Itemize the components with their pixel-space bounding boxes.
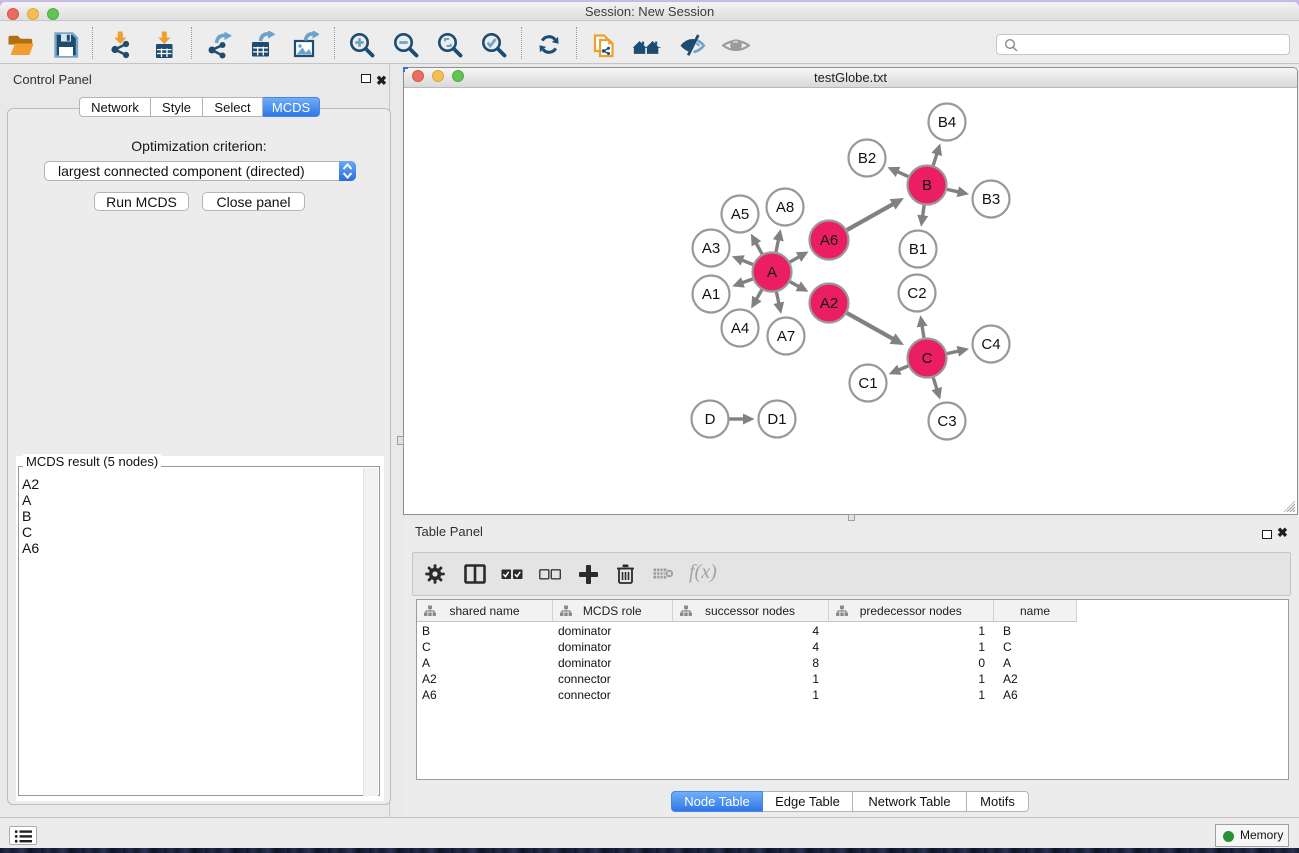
- svg-text:C1: C1: [858, 375, 877, 392]
- svg-text:B3: B3: [982, 191, 1000, 208]
- svg-text:C2: C2: [907, 285, 926, 302]
- svg-text:A1: A1: [702, 286, 720, 303]
- svg-text:A: A: [767, 264, 777, 281]
- svg-text:C: C: [922, 350, 933, 367]
- svg-text:B: B: [922, 177, 932, 194]
- svg-text:D: D: [705, 411, 716, 428]
- svg-text:C3: C3: [937, 413, 956, 430]
- svg-text:A6: A6: [820, 232, 838, 249]
- svg-text:A2: A2: [820, 295, 838, 312]
- svg-text:A3: A3: [702, 240, 720, 257]
- svg-text:A7: A7: [777, 328, 795, 345]
- svg-text:A5: A5: [731, 206, 749, 223]
- svg-text:B2: B2: [858, 150, 876, 167]
- svg-text:D1: D1: [767, 411, 786, 428]
- svg-text:A8: A8: [776, 199, 794, 216]
- svg-text:B4: B4: [938, 114, 956, 131]
- svg-text:A4: A4: [731, 320, 749, 337]
- svg-text:B1: B1: [909, 241, 927, 258]
- svg-text:C4: C4: [981, 336, 1000, 353]
